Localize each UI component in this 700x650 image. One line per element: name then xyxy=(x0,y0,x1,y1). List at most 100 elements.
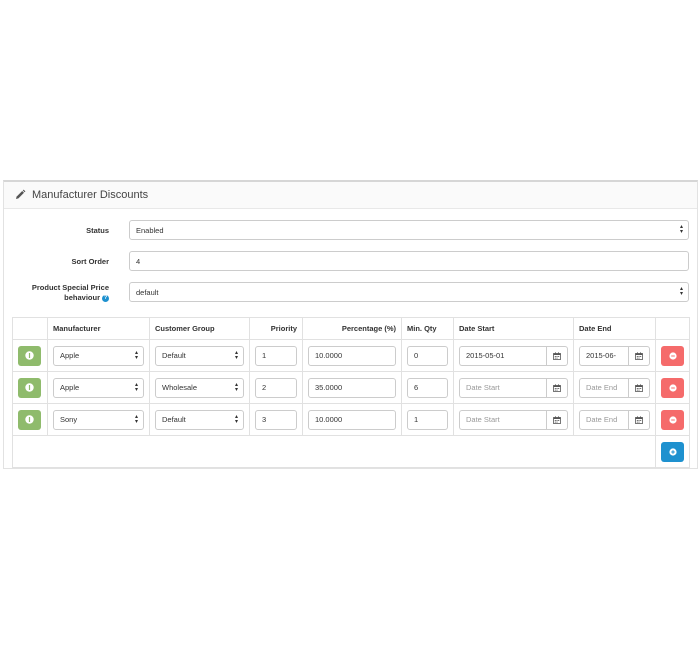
calendar-icon xyxy=(635,415,643,424)
calendar-button[interactable] xyxy=(546,409,568,430)
date-end-input[interactable]: Date End xyxy=(579,409,628,430)
info-cell xyxy=(12,403,48,436)
date-start-group: Date Start xyxy=(459,409,568,430)
priority-input[interactable]: 2 xyxy=(255,377,297,398)
calendar-icon xyxy=(553,351,561,360)
customer-group-select[interactable]: Default ▴ ▾ xyxy=(155,345,244,366)
date-start-input[interactable]: Date Start xyxy=(459,409,546,430)
remove-discount-button[interactable] xyxy=(661,409,684,430)
info-button[interactable] xyxy=(18,345,41,366)
sort-order-input[interactable]: 4 xyxy=(129,251,689,271)
chevron-updown-icon: ▴ ▾ xyxy=(234,381,238,393)
date-start-cell: 2015-05-01 xyxy=(453,339,574,372)
header-customer-group: Customer Group xyxy=(149,317,250,340)
header-blank xyxy=(12,317,48,340)
remove-cell xyxy=(655,403,690,436)
customer-group-cell: Default ▴ ▾ xyxy=(149,339,250,372)
date-start-input[interactable]: Date Start xyxy=(459,377,546,398)
discounts-table-wrap: Manufacturer Customer Group Priority Per… xyxy=(12,317,690,468)
date-start-value: Date Start xyxy=(466,415,500,424)
date-start-value: Date Start xyxy=(466,383,500,392)
manufacturer-cell: Sony ▴ ▾ xyxy=(47,403,150,436)
calendar-button[interactable] xyxy=(546,377,568,398)
customer-group-cell: Wholesale ▴ ▾ xyxy=(149,371,250,404)
chevron-updown-icon: ▴ ▾ xyxy=(679,224,683,235)
calendar-icon xyxy=(553,383,561,392)
date-start-group: 2015-05-01 xyxy=(459,345,568,366)
info-button[interactable] xyxy=(18,409,41,430)
date-end-group: Date End xyxy=(579,409,650,430)
calendar-button[interactable] xyxy=(546,345,568,366)
info-cell xyxy=(12,339,48,372)
chevron-updown-icon: ▴ ▾ xyxy=(134,381,138,393)
min-qty-input[interactable]: 6 xyxy=(407,377,448,398)
calendar-icon xyxy=(635,351,643,360)
remove-cell xyxy=(655,371,690,404)
calendar-button[interactable] xyxy=(628,377,650,398)
special-price-label-line1: Product Special Price xyxy=(31,283,109,292)
customer-group-select[interactable]: Default ▴ ▾ xyxy=(155,409,244,430)
min-qty-input[interactable]: 0 xyxy=(407,345,448,366)
table-row: Sony ▴ ▾ Default ▴ ▾ 3 10.0000 1 Date Start Date E… xyxy=(12,403,690,436)
manufacturer-select[interactable]: Apple ▴ ▾ xyxy=(53,377,144,398)
min-qty-value: 1 xyxy=(414,415,419,424)
priority-value: 3 xyxy=(262,415,267,424)
header-percentage: Percentage (%) xyxy=(302,317,402,340)
special-price-select[interactable]: default ▴ ▾ xyxy=(129,282,689,302)
special-price-label: Product Special Price behaviour? xyxy=(32,283,109,303)
manufacturer-select[interactable]: Apple ▴ ▾ xyxy=(53,345,144,366)
pencil-icon xyxy=(14,189,26,201)
calendar-button[interactable] xyxy=(628,345,650,366)
min-qty-input[interactable]: 1 xyxy=(407,409,448,430)
sort-order-label: Sort Order xyxy=(71,257,109,266)
footer-actions xyxy=(655,435,690,468)
priority-value: 2 xyxy=(262,383,267,392)
header-manufacturer: Manufacturer xyxy=(47,317,150,340)
status-label: Status xyxy=(86,226,109,235)
date-end-value: Date End xyxy=(586,383,618,392)
header-priority: Priority xyxy=(249,317,303,340)
header-min-qty: Min. Qty xyxy=(401,317,454,340)
help-icon[interactable]: ? xyxy=(102,294,109,302)
date-end-value: Date End xyxy=(586,415,618,424)
remove-discount-button[interactable] xyxy=(661,377,684,398)
date-end-input[interactable]: Date End xyxy=(579,377,628,398)
manufacturer-cell: Apple ▴ ▾ xyxy=(47,339,150,372)
percentage-value: 10.0000 xyxy=(315,415,343,424)
percentage-input[interactable]: 35.0000 xyxy=(308,377,396,398)
priority-input[interactable]: 1 xyxy=(255,345,297,366)
minus-circle-icon xyxy=(668,383,677,392)
manufacturer-value: Apple xyxy=(60,383,80,392)
remove-discount-button[interactable] xyxy=(661,345,684,366)
min-qty-cell: 0 xyxy=(401,339,454,372)
priority-cell: 3 xyxy=(249,403,303,436)
sort-order-value: 4 xyxy=(136,256,141,266)
customer-group-cell: Default ▴ ▾ xyxy=(149,403,250,436)
table-footer-row xyxy=(12,435,690,468)
priority-cell: 2 xyxy=(249,371,303,404)
add-discount-button[interactable] xyxy=(661,441,684,462)
percentage-input[interactable]: 10.0000 xyxy=(308,345,396,366)
date-end-input[interactable]: 2015-06- xyxy=(579,345,628,366)
min-qty-value: 0 xyxy=(414,351,419,360)
min-qty-value: 6 xyxy=(414,383,419,392)
header-date-end: Date End xyxy=(573,317,656,340)
priority-cell: 1 xyxy=(249,339,303,372)
customer-group-select[interactable]: Wholesale ▴ ▾ xyxy=(155,377,244,398)
panel-heading: Manufacturer Discounts xyxy=(4,182,697,209)
percentage-value: 35.0000 xyxy=(315,383,343,392)
minus-circle-icon xyxy=(668,351,677,360)
info-button[interactable] xyxy=(18,377,41,398)
priority-input[interactable]: 3 xyxy=(255,409,297,430)
manufacturer-select[interactable]: Sony ▴ ▾ xyxy=(53,409,144,430)
panel-title: Manufacturer Discounts xyxy=(32,189,149,201)
date-start-input[interactable]: 2015-05-01 xyxy=(459,345,546,366)
status-select[interactable]: Enabled ▴ ▾ xyxy=(129,220,689,240)
discounts-table: Manufacturer Customer Group Priority Per… xyxy=(12,317,690,468)
chevron-updown-icon: ▴ ▾ xyxy=(234,349,238,361)
date-end-cell: 2015-06- xyxy=(573,339,656,372)
calendar-button[interactable] xyxy=(628,409,650,430)
manufacturer-value: Apple xyxy=(60,351,80,360)
date-end-value: 2015-06- xyxy=(586,351,617,360)
percentage-input[interactable]: 10.0000 xyxy=(308,409,396,430)
